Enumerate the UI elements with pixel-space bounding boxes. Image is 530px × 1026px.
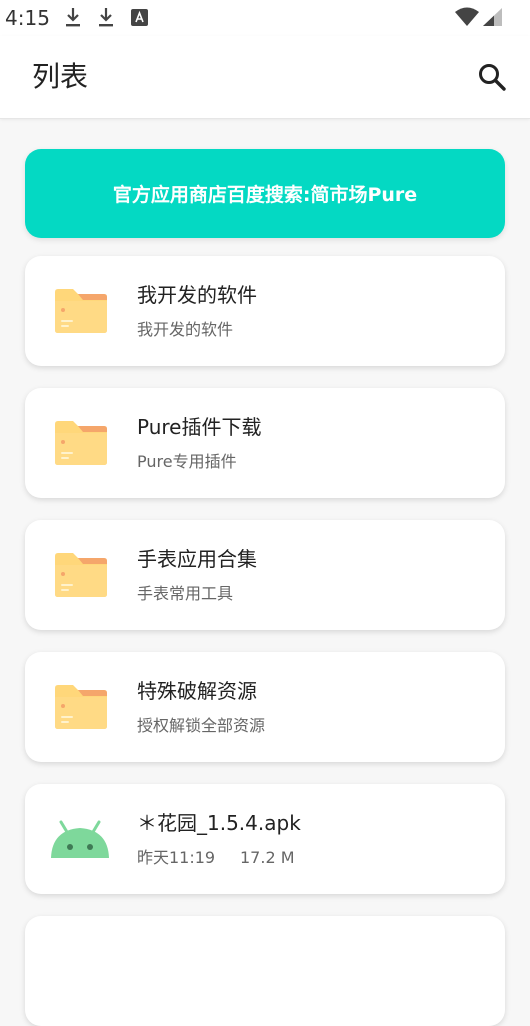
folder-icon: [55, 289, 107, 333]
search-icon[interactable]: [476, 61, 508, 93]
list-item[interactable]: [25, 916, 505, 1026]
wifi-icon: [455, 7, 479, 26]
folder-icon: [55, 421, 107, 465]
folder-icon: [55, 685, 107, 729]
item-title: Pure插件下载: [137, 415, 262, 439]
status-bar: 4:15: [0, 0, 530, 36]
a11y-icon: [131, 9, 148, 26]
item-subtitle: 手表常用工具: [137, 584, 234, 603]
download-icon: [66, 8, 80, 27]
item-title: 手表应用合集: [137, 547, 257, 571]
list-item[interactable]: 特殊破解资源 授权解锁全部资源: [25, 652, 505, 762]
folder-icon: [55, 553, 107, 597]
page-title: 列表: [32, 60, 89, 93]
list-item[interactable]: Pure插件下载 Pure专用插件: [25, 388, 505, 498]
list-item[interactable]: 手表应用合集 手表常用工具: [25, 520, 505, 630]
banner-text: 官方应用商店百度搜索:简市场Pure: [112, 184, 418, 206]
list-item[interactable]: ＊花园_1.5.4.apk 昨天11:19 17.2 M: [25, 784, 505, 894]
android-icon: [51, 820, 109, 858]
signal-icon: [483, 8, 502, 26]
app-bar: 列表: [0, 36, 530, 119]
list-item[interactable]: 我开发的软件 我开发的软件: [25, 256, 505, 366]
item-subtitle: 授权解锁全部资源: [137, 716, 266, 735]
item-title: 特殊破解资源: [137, 679, 257, 703]
item-title: ＊花园_1.5.4.apk: [137, 811, 301, 835]
item-date: 昨天11:19: [137, 848, 216, 867]
status-time: 4:15: [5, 6, 50, 30]
download-icon: [99, 8, 113, 27]
store-banner[interactable]: 官方应用商店百度搜索:简市场Pure: [25, 149, 505, 238]
item-subtitle: 我开发的软件: [137, 320, 234, 339]
item-title: 我开发的软件: [137, 283, 257, 307]
item-subtitle: Pure专用插件: [137, 452, 237, 471]
item-size: 17.2 M: [240, 848, 295, 867]
